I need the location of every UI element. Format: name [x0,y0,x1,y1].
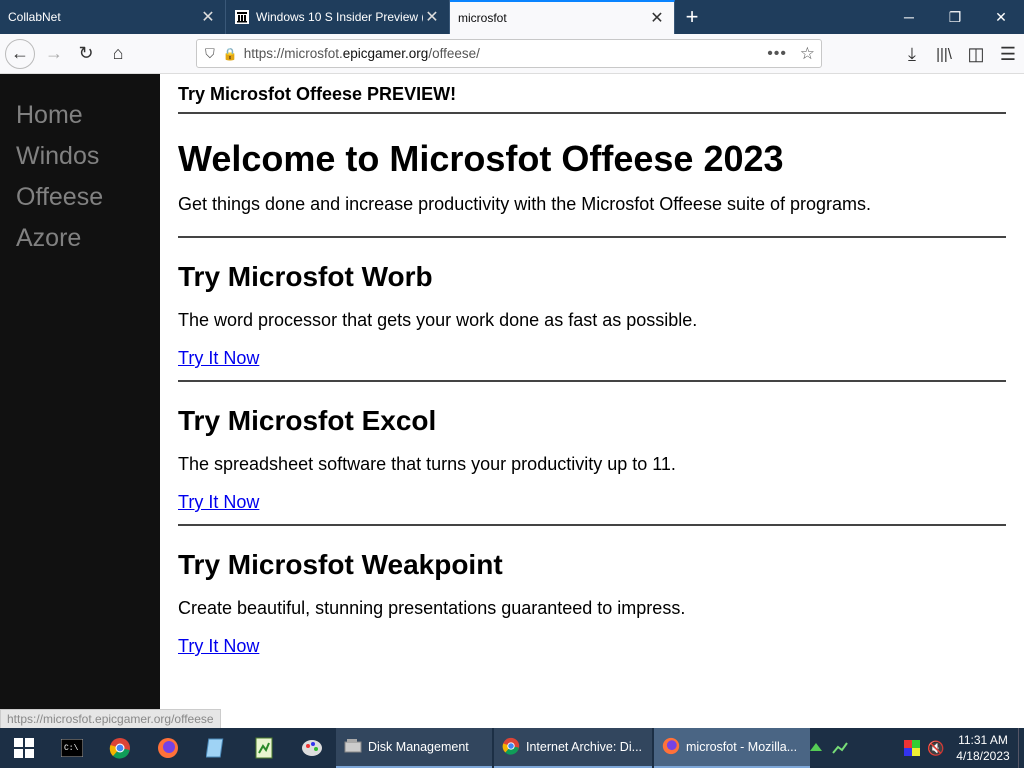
try-it-now-link[interactable]: Try It Now [178,348,259,372]
sidebar-toggle-icon[interactable]: ◫ [960,38,992,70]
notepad-icon[interactable] [192,728,240,768]
taskbar-app-disk-management[interactable]: Disk Management [336,728,492,768]
chrome-icon [502,737,520,758]
tab-label: microsfot [458,11,507,25]
sidebar-item-azore[interactable]: Azore [0,218,160,259]
section-heading: Try Microsfot Weakpoint [178,549,503,580]
divider [178,380,1006,382]
start-windows-icon[interactable] [0,728,48,768]
url-host: epicgamer.org [342,46,429,61]
section-heading: Try Microsfot Worb [178,261,433,292]
download-icon[interactable]: ⤓ [896,38,928,70]
system-tray: 🔇 11:31 AM 4/18/2023 [804,728,1024,768]
svg-text:C:\: C:\ [64,744,79,753]
chrome-icon[interactable] [96,728,144,768]
close-window-icon[interactable]: ✕ [978,0,1024,34]
tab-strip: CollabNet ✕ Windows 10 S Insider Preview… [0,0,1024,34]
page-title: Welcome to Microsfot Offeese 2023 [178,138,784,179]
firefox-icon[interactable] [144,728,192,768]
divider [178,236,1006,238]
sidebar-item-home[interactable]: Home [0,95,160,136]
bookmark-star-icon[interactable]: ☆ [800,44,815,64]
taskbar-app-firefox[interactable]: microsfot - Mozilla... [654,728,810,768]
show-desktop-button[interactable] [1018,728,1024,768]
home-icon[interactable]: ⌂ [102,38,134,70]
divider [178,524,1006,526]
color-picker-icon[interactable] [900,728,924,768]
section-worb: Try Microsfot Worb The word processor th… [178,260,1006,372]
url-path: /offeese/ [428,46,480,61]
reload-icon[interactable]: ↻ [70,38,102,70]
address-bar[interactable]: ⛉ 🔒 https://microsfot.epicgamer.org/offe… [196,39,822,68]
section-description: The word processor that gets your work d… [178,310,698,330]
clock[interactable]: 11:31 AM 4/18/2023 [948,732,1018,764]
paint-icon[interactable] [288,728,336,768]
new-tab-icon[interactable]: + [675,0,709,34]
tab-label: CollabNet [8,10,61,24]
divider [178,112,1006,114]
tab-microsfot[interactable]: microsfot ✕ [450,0,675,34]
close-tab-icon[interactable]: ✕ [648,8,666,28]
tray-spacer [852,728,900,768]
close-tab-icon[interactable]: ✕ [423,7,441,27]
shield-icon[interactable]: ⛉ [205,46,215,62]
taskbar-app-label: microsfot - Mozilla... [686,740,798,754]
intro-text: Get things done and increase productivit… [178,194,872,214]
section-excol: Try Microsfot Excol The spreadsheet soft… [178,404,1006,516]
clock-date: 4/18/2023 [956,749,1010,763]
tab-windows-10s[interactable]: Windows 10 S Insider Preview ( ✕ [226,0,450,34]
taskbar: C:\ Disk Management Internet Archive: Di… [0,728,1024,768]
try-it-now-link[interactable]: Try It Now [178,636,259,660]
tray-app-icon[interactable] [804,728,828,768]
page-content: Try Microsfot Offeese PREVIEW! Welcome t… [178,74,1006,728]
volume-muted-icon[interactable]: 🔇 [924,728,948,768]
section-weakpoint: Try Microsfot Weakpoint Create beautiful… [178,548,1006,660]
url-text[interactable]: https://microsfot.epicgamer.org/offeese/ [244,46,480,61]
library-icon[interactable]: |||\ [928,38,960,70]
section-heading: Try Microsfot Excol [178,405,437,436]
archive-icon [234,9,250,25]
terminal-icon[interactable]: C:\ [48,728,96,768]
nav-toolbar: ← → ↻ ⌂ ⛉ 🔒 https://microsfot.epicgamer.… [0,34,1024,74]
link-status-bar: https://microsfot.epicgamer.org/offeese [0,709,221,729]
back-arrow-icon[interactable]: ← [5,38,35,69]
sidebar-item-offeese[interactable]: Offeese [0,177,160,218]
taskbar-app-label: Internet Archive: Di... [526,740,643,754]
minimize-icon[interactable]: ─ [886,0,932,34]
sidebar-item-windos[interactable]: Windos [0,136,160,177]
tab-label: Windows 10 S Insider Preview ( [256,10,423,24]
section-description: The spreadsheet software that turns your… [178,454,676,474]
tray-app-icon[interactable] [828,728,852,768]
page-actions-icon[interactable]: ••• [767,45,787,63]
site-sidebar: Home Windos Offeese Azore [0,74,160,728]
clock-time: 11:31 AM [958,733,1008,747]
forward-arrow-icon[interactable]: → [38,38,70,70]
try-it-now-link[interactable]: Try It Now [178,492,259,516]
taskbar-app-internet-archive[interactable]: Internet Archive: Di... [494,728,652,768]
lock-icon[interactable]: 🔒 [223,47,238,61]
disk-management-icon [344,738,362,757]
taskbar-app-label: Disk Management [368,740,469,754]
url-prefix: https://microsfot. [243,46,343,61]
spreadsheet-icon[interactable] [240,728,288,768]
close-tab-icon[interactable]: ✕ [199,7,217,27]
menu-icon[interactable]: ☰ [992,38,1024,70]
section-description: Create beautiful, stunning presentations… [178,598,686,618]
firefox-icon [662,737,680,758]
preview-banner: Try Microsfot Offeese PREVIEW! [178,84,457,104]
window-controls: ─ ❐ ✕ [886,0,1024,34]
tab-collabnet[interactable]: CollabNet ✕ [0,0,226,34]
restore-icon[interactable]: ❐ [932,0,978,34]
